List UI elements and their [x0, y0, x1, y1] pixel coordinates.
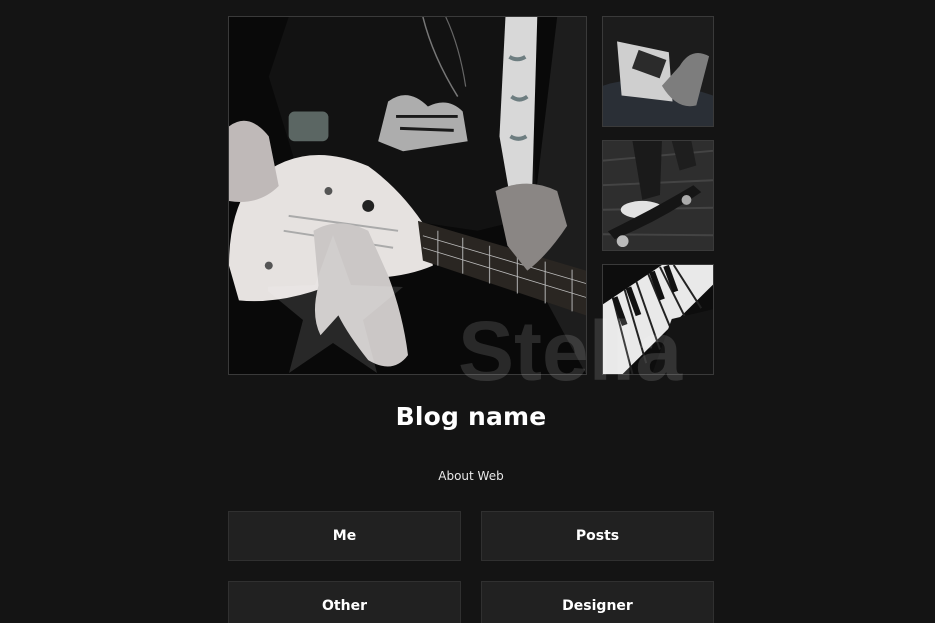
phone-thumbnail: [602, 16, 714, 127]
blog-page: Stella Blog name About Web Me Posts Othe…: [0, 0, 935, 623]
guitar-photo: [228, 16, 587, 375]
designer-button[interactable]: Designer: [481, 581, 714, 623]
posts-button[interactable]: Posts: [481, 511, 714, 561]
me-button[interactable]: Me: [228, 511, 461, 561]
header-gallery: [228, 16, 714, 375]
piano-thumbnail: [602, 264, 714, 375]
skateboard-thumbnail: [602, 140, 714, 251]
other-button[interactable]: Other: [228, 581, 461, 623]
about-link[interactable]: About Web: [228, 469, 714, 483]
blog-title: Blog name: [395, 402, 547, 431]
